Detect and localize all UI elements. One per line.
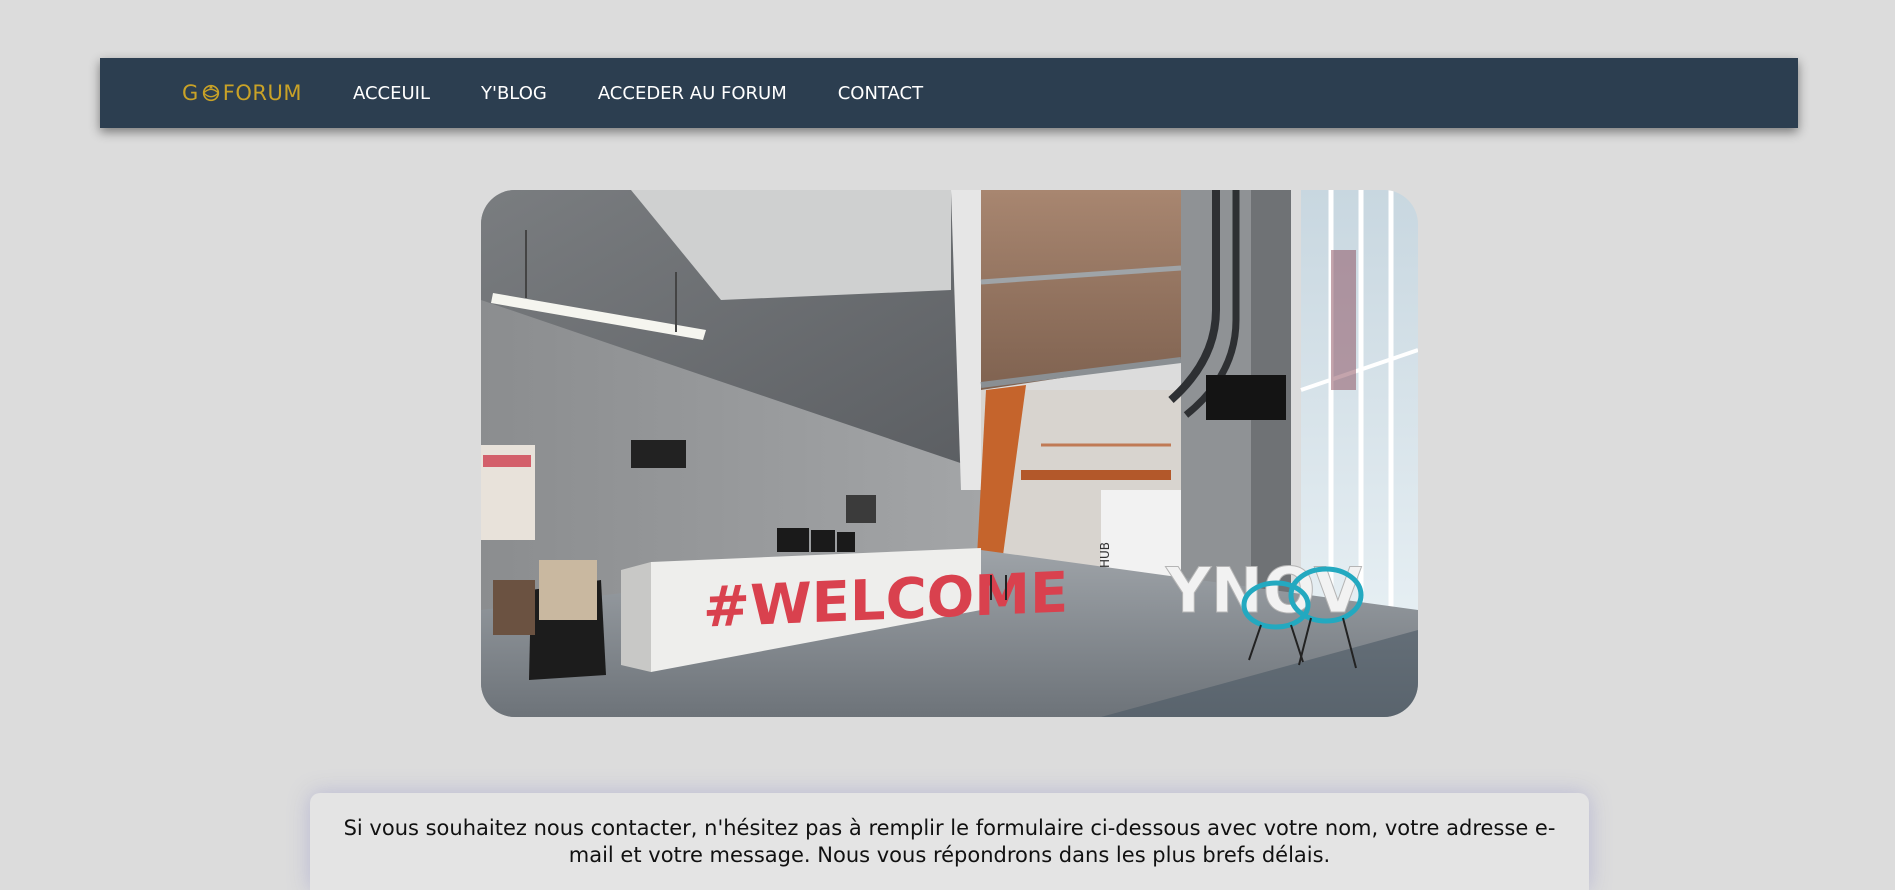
logo-globe-icon (202, 84, 219, 102)
nav-link-acceder-forum[interactable]: ACCEDER AU FORUM (598, 83, 787, 104)
nav-link-acceuil[interactable]: ACCEUIL (353, 83, 430, 104)
nav-link-contact[interactable]: CONTACT (838, 83, 923, 104)
nav-link-yblog[interactable]: Y'BLOG (481, 83, 547, 104)
lobby-illustration: #WELCOME YNOV HUB (481, 190, 1418, 717)
logo-text-right: FORUM (222, 81, 302, 105)
navbar: G FORUM ACCEUIL Y'BLOG ACCEDER AU FORUM … (100, 58, 1798, 128)
contact-intro-text: Si vous souhaitez nous contacter, n'hési… (343, 816, 1556, 867)
logo[interactable]: G FORUM (182, 81, 302, 105)
contact-intro-box: Si vous souhaitez nous contacter, n'hési… (310, 793, 1589, 890)
logo-text-left: G (182, 81, 199, 105)
hub-sign: HUB (1098, 542, 1112, 568)
hero-image: #WELCOME YNOV HUB (481, 190, 1418, 717)
ynov-letters: YNOV (1165, 554, 1362, 627)
